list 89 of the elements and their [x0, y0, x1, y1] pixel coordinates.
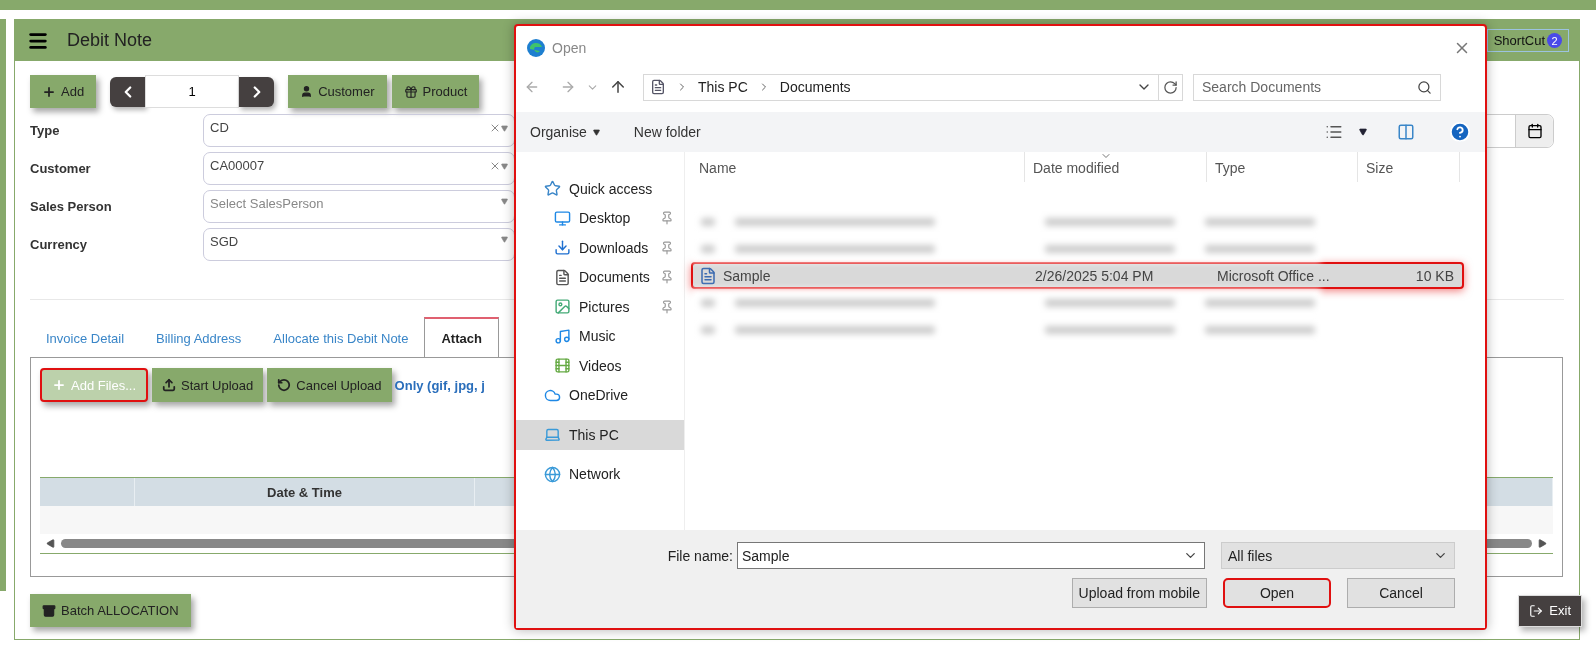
file-type-dropdown[interactable]: All files: [1221, 542, 1455, 569]
clear-icon[interactable]: [489, 160, 501, 172]
next-button[interactable]: [239, 76, 275, 107]
refresh-icon: [1163, 79, 1178, 95]
globe-icon: [544, 465, 561, 483]
image-icon: [554, 298, 571, 316]
upload-button[interactable]: Cancel Upload: [267, 368, 392, 402]
caret-icon: [501, 236, 508, 243]
file-name-field[interactable]: Sample: [737, 542, 1205, 569]
column-header[interactable]: Date modified: [1025, 152, 1207, 182]
file-row[interactable]: Sample 2/26/2025 5:04 PM Microsoft Office ... 10 KB: [691, 262, 1464, 289]
user-icon: [300, 85, 314, 98]
clear-icon[interactable]: [489, 122, 501, 134]
customer-button[interactable]: Customer: [288, 75, 387, 108]
nav-item[interactable]: Desktop: [516, 203, 684, 233]
download-icon: [554, 239, 571, 257]
plus-icon: [42, 84, 56, 99]
dialog-button[interactable]: Open: [1223, 578, 1331, 608]
undo-icon: [277, 378, 292, 392]
caret-icon[interactable]: [1359, 128, 1367, 136]
organise-menu[interactable]: Organise: [530, 124, 600, 140]
nav-item[interactable]: Quick access: [516, 174, 684, 204]
address-bar[interactable]: This PC Documents: [643, 73, 1183, 101]
tab[interactable]: Attach: [424, 317, 499, 357]
document-icon: [699, 266, 717, 285]
file-name: Sample: [723, 267, 771, 284]
upload-button[interactable]: Start Upload: [152, 368, 264, 402]
archive-icon: [42, 603, 56, 618]
nav-item[interactable]: Videos: [516, 351, 684, 381]
column-header[interactable]: Name: [691, 152, 1025, 182]
exit-icon: [1529, 603, 1544, 618]
document-icon: [554, 268, 571, 286]
nav-item[interactable]: Downloads: [516, 233, 684, 263]
field-label: Sales Person: [30, 199, 113, 214]
nav-item[interactable]: Pictures: [516, 292, 684, 322]
field-label: Type: [30, 123, 61, 138]
field-label: File name:: [667, 547, 733, 564]
shortcut-button[interactable]: ShortCut 2: [1486, 29, 1569, 52]
calendar-button[interactable]: [1515, 114, 1553, 147]
nav-item[interactable]: Documents: [516, 262, 684, 292]
help-icon[interactable]: [1449, 121, 1471, 143]
page-title: Debit Note: [67, 30, 153, 51]
path-segment[interactable]: This PC: [698, 79, 748, 95]
preview-pane-icon[interactable]: [1397, 123, 1415, 141]
search-field[interactable]: Search Documents: [1193, 73, 1441, 101]
dialog-title: Open: [552, 40, 587, 56]
column-header[interactable]: Type: [1207, 152, 1358, 182]
count-badge: 2: [1547, 33, 1562, 48]
product-button[interactable]: Product: [391, 75, 480, 108]
record-field[interactable]: 1: [145, 75, 240, 108]
upload-icon: [162, 378, 177, 392]
file-size: 10 KB: [1414, 267, 1455, 284]
laptop-icon: [544, 426, 561, 444]
add-button[interactable]: Add: [30, 75, 97, 108]
star-icon: [544, 180, 561, 198]
view-icon[interactable]: [1325, 123, 1343, 141]
monitor-icon: [554, 209, 571, 227]
browser-logo-icon: [526, 38, 546, 58]
file-type-note: Only (gif, jpg, j: [394, 377, 485, 393]
column-header[interactable]: Size: [1358, 152, 1460, 182]
exit-button[interactable]: Exit: [1518, 594, 1582, 627]
document-icon: [650, 79, 666, 95]
nav-item[interactable]: Music: [516, 321, 684, 351]
batch-allocation-button[interactable]: Batch ALLOCATION: [30, 594, 191, 627]
scroll-right-icon[interactable]: [1538, 539, 1547, 548]
music-icon: [554, 327, 571, 345]
nav-item[interactable]: OneDrive: [516, 380, 684, 410]
path-segment[interactable]: Documents: [779, 79, 851, 95]
scroll-left-icon[interactable]: [46, 539, 55, 548]
gift-icon: [403, 84, 418, 99]
date-modified: 2/26/2025 5:04 PM: [1034, 267, 1155, 284]
dialog-button[interactable]: Cancel: [1347, 578, 1455, 608]
caret-icon: [501, 162, 508, 170]
previous-button[interactable]: [110, 76, 146, 107]
plus-icon: [52, 378, 66, 392]
film-icon: [554, 357, 571, 375]
search-icon: [1417, 79, 1432, 95]
caret-icon: [501, 124, 508, 132]
field-label: Currency: [30, 237, 89, 252]
dialog-button[interactable]: Upload from mobile: [1071, 578, 1207, 608]
nav-item[interactable]: This PC: [516, 420, 684, 450]
caret-icon: [501, 198, 508, 205]
new-folder-button[interactable]: New folder: [633, 124, 701, 140]
caret-icon: [592, 128, 600, 136]
file-type: Microsoft Office ...: [1216, 267, 1331, 284]
field-label: Customer: [30, 161, 92, 176]
up-icon[interactable]: [609, 78, 627, 96]
nav-item[interactable]: Network: [516, 459, 684, 489]
calendar-icon: [1526, 122, 1543, 139]
